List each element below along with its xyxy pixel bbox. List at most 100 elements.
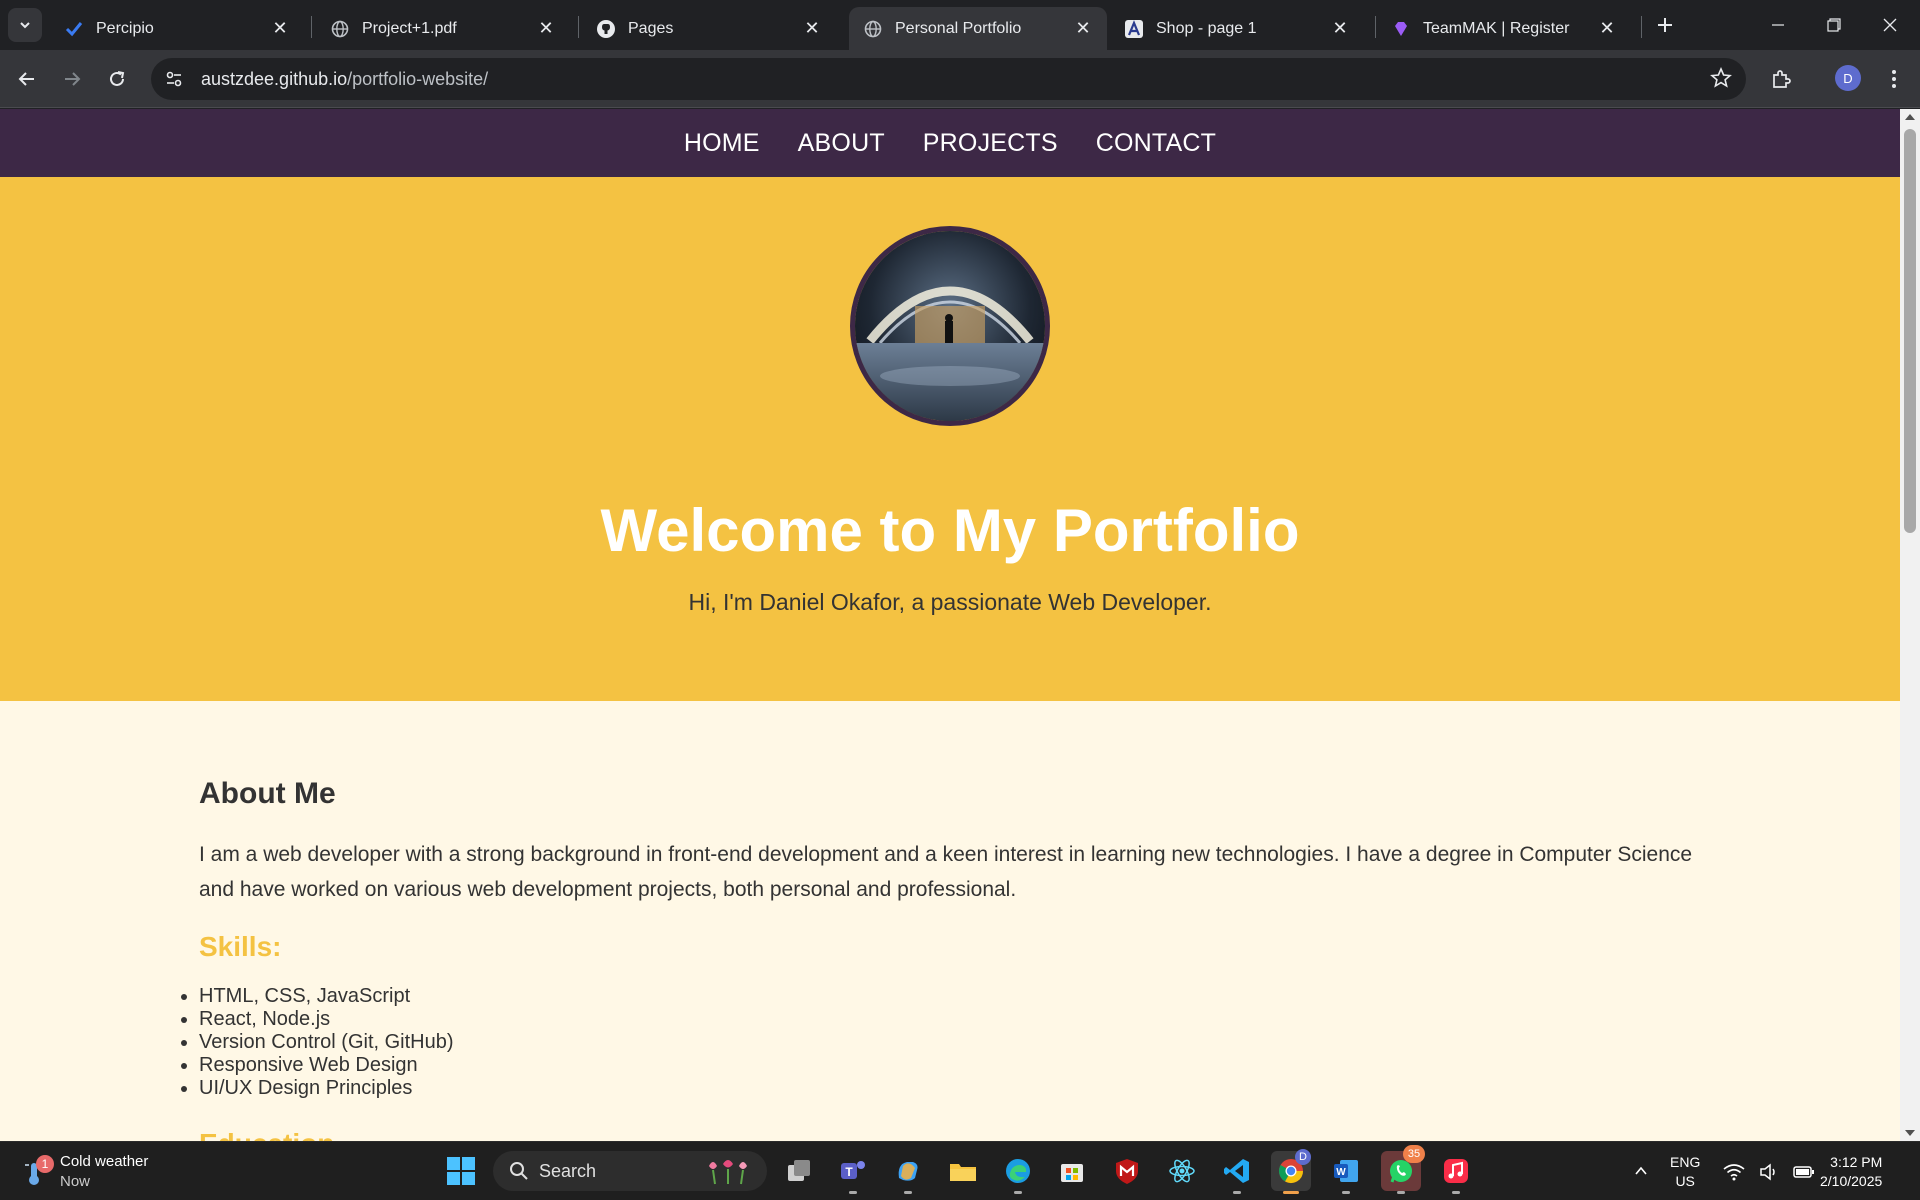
list-item: Responsive Web Design	[199, 1054, 1900, 1077]
whatsapp-badge: 35	[1403, 1145, 1425, 1163]
close-icon[interactable]: ✕	[1330, 18, 1350, 39]
close-icon[interactable]: ✕	[1073, 18, 1093, 39]
profile-avatar[interactable]: D	[1835, 65, 1861, 91]
diamond-icon	[1391, 19, 1411, 39]
restore-button[interactable]	[1806, 0, 1862, 50]
a-letter-icon	[1124, 19, 1144, 39]
scroll-down-arrow[interactable]	[1905, 1130, 1915, 1136]
tab-shop[interactable]: Shop - page 1 ✕	[1110, 7, 1364, 50]
close-icon	[1883, 18, 1897, 32]
file-explorer-icon[interactable]	[943, 1151, 983, 1191]
back-button[interactable]	[10, 62, 44, 96]
globe-icon	[330, 19, 350, 39]
forward-button[interactable]	[55, 62, 89, 96]
scroll-up-arrow[interactable]	[1905, 114, 1915, 120]
list-item: HTML, CSS, JavaScript	[199, 985, 1900, 1008]
microsoft-store-icon[interactable]	[1052, 1151, 1092, 1191]
tab-teammak-register[interactable]: TeamMAK | Register ✕	[1377, 7, 1631, 50]
tab-personal-portfolio[interactable]: Personal Portfolio ✕	[849, 7, 1107, 50]
star-icon	[1710, 66, 1732, 88]
weather-title: Cold weather	[60, 1153, 149, 1170]
mcafee-icon[interactable]	[1107, 1151, 1147, 1191]
url-host: austzdee.github.io	[201, 68, 348, 89]
close-icon[interactable]: ✕	[1597, 18, 1617, 39]
chrome-icon[interactable]: D	[1271, 1149, 1311, 1194]
close-window-button[interactable]	[1862, 0, 1918, 50]
globe-icon	[863, 19, 883, 39]
clock[interactable]: 3:12 PM 2/10/2025	[1820, 1142, 1882, 1200]
reload-icon	[110, 71, 125, 86]
nav-link-contact[interactable]: CONTACT	[1096, 129, 1216, 158]
tab-strip: Percipio ✕ Project+1.pdf ✕ Pages ✕ Perso…	[0, 0, 1920, 50]
address-bar[interactable]: austzdee.github.io/portfolio-website/	[151, 58, 1746, 100]
extensions-button[interactable]	[1764, 62, 1798, 96]
chevron-down-icon	[20, 22, 30, 29]
chevron-up-icon[interactable]	[1621, 1151, 1661, 1191]
tab-search-button[interactable]	[8, 8, 42, 42]
minimize-icon	[1772, 24, 1784, 26]
tab-title: Project+1.pdf	[362, 19, 457, 37]
word-icon[interactable]: W	[1326, 1151, 1366, 1194]
hero-subtitle: Hi, I'm Daniel Okafor, a passionate Web …	[688, 589, 1212, 615]
tab-pages[interactable]: Pages ✕	[582, 7, 836, 50]
arrow-left-icon	[18, 72, 34, 86]
clock-date: 2/10/2025	[1820, 1172, 1883, 1189]
about-heading: About Me	[199, 777, 336, 810]
close-icon[interactable]: ✕	[802, 18, 822, 39]
reload-button[interactable]	[100, 62, 134, 96]
vscode-icon[interactable]	[1217, 1151, 1257, 1194]
skills-heading: Skills:	[199, 931, 282, 962]
search-icon	[510, 1162, 528, 1180]
taskbar-search[interactable]: Search	[493, 1151, 767, 1191]
nav-link-about[interactable]: ABOUT	[798, 129, 885, 158]
copilot-icon[interactable]	[888, 1151, 928, 1194]
react-icon[interactable]	[1162, 1151, 1202, 1191]
nav-link-home[interactable]: HOME	[684, 129, 760, 158]
restore-icon	[1827, 18, 1841, 32]
site-info-button[interactable]	[155, 60, 193, 98]
plus-icon	[1658, 18, 1672, 32]
language-indicator[interactable]: ENG US	[1670, 1142, 1700, 1200]
tab-percipio[interactable]: Percipio ✕	[50, 7, 304, 50]
minimize-button[interactable]	[1750, 0, 1806, 50]
tab-title: Pages	[628, 19, 674, 37]
language-code: ENG	[1670, 1153, 1701, 1170]
windows-icon	[447, 1157, 475, 1185]
page-viewport: HOME ABOUT PROJECTS CONTACT Welcome to M…	[0, 109, 1900, 1141]
taskbar-search-label: Search	[539, 1160, 597, 1181]
edge-icon[interactable]	[998, 1151, 1038, 1194]
tab-divider	[311, 16, 312, 38]
apple-music-icon[interactable]	[1436, 1151, 1476, 1194]
thermometer-icon: 1	[20, 1155, 54, 1187]
more-vertical-icon	[1892, 70, 1896, 88]
close-icon[interactable]: ✕	[270, 18, 290, 39]
weather-widget[interactable]: 1 Cold weather Now	[20, 1152, 148, 1192]
clock-time: 3:12 PM	[1830, 1153, 1883, 1170]
puzzle-icon	[1773, 70, 1791, 88]
tab-title: TeamMAK | Register	[1423, 19, 1570, 37]
teams-icon[interactable]: T	[833, 1151, 873, 1194]
list-item: Version Control (Git, GitHub)	[199, 1031, 1900, 1054]
whatsapp-icon[interactable]: 35	[1381, 1145, 1425, 1194]
task-view-icon[interactable]	[779, 1151, 819, 1191]
page-scrollbar[interactable]	[1900, 109, 1920, 1141]
profile-photo	[850, 226, 1050, 426]
nav-link-projects[interactable]: PROJECTS	[923, 129, 1058, 158]
menu-button[interactable]	[1877, 62, 1911, 96]
tab-project-pdf[interactable]: Project+1.pdf ✕	[316, 7, 570, 50]
weather-badge: 1	[36, 1155, 54, 1173]
start-button[interactable]	[441, 1151, 481, 1191]
system-tray-icons[interactable]	[1723, 1142, 1815, 1200]
tab-title: Shop - page 1	[1156, 19, 1257, 37]
new-tab-button[interactable]	[1651, 11, 1679, 39]
tab-divider	[1641, 16, 1642, 38]
education-heading: Education	[199, 1128, 1900, 1141]
battery-icon	[1793, 1165, 1814, 1178]
chrome-profile-badge: D	[1295, 1149, 1311, 1165]
list-item: React, Node.js	[199, 1008, 1900, 1031]
bookmark-button[interactable]	[1710, 66, 1732, 94]
skills-list: HTML, CSS, JavaScript React, Node.js Ver…	[199, 985, 1900, 1100]
browser-toolbar: austzdee.github.io/portfolio-website/ D	[0, 50, 1920, 108]
close-icon[interactable]: ✕	[536, 18, 556, 39]
scrollbar-thumb[interactable]	[1904, 129, 1916, 533]
